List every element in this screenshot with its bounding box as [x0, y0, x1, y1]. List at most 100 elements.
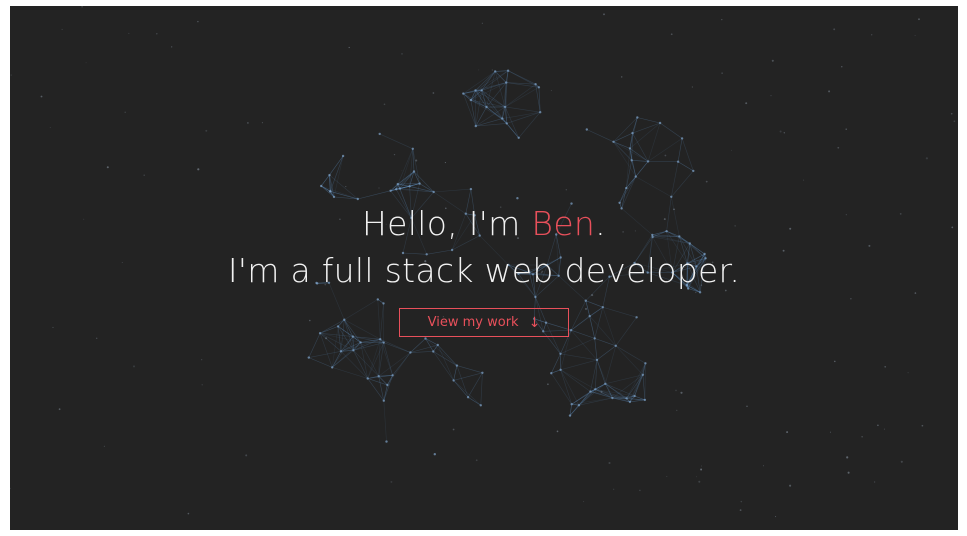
network-node: [577, 404, 581, 407]
network-node: [366, 377, 369, 380]
network-node: [329, 190, 332, 193]
view-my-work-label: View my work: [427, 315, 519, 330]
network-line: [397, 183, 420, 185]
network-node: [485, 105, 488, 109]
network-node: [359, 341, 362, 344]
star-particle: [883, 428, 885, 430]
star-particle: [868, 244, 871, 247]
network-line: [319, 319, 345, 334]
network-node: [630, 159, 633, 162]
network-line: [481, 82, 507, 91]
network-node: [644, 362, 647, 365]
view-my-work-button[interactable]: View my work ↓: [399, 308, 569, 337]
greeting-suffix: .: [595, 204, 606, 243]
network-line: [615, 345, 644, 376]
star-particle: [393, 153, 396, 156]
star-particle: [914, 292, 917, 294]
network-node: [594, 388, 597, 391]
star-particle: [613, 488, 615, 490]
network-node: [641, 373, 645, 376]
network-node: [395, 188, 398, 191]
network-node: [424, 337, 427, 340]
star-particle: [40, 95, 43, 98]
star-particle: [85, 62, 87, 64]
star-particle: [770, 95, 772, 97]
network-node: [466, 396, 470, 399]
star-particle: [565, 189, 567, 191]
network-node: [341, 154, 345, 158]
star-particle: [877, 424, 879, 427]
network-line: [308, 333, 321, 358]
network-node: [537, 86, 541, 89]
star-particle: [918, 18, 920, 21]
star-particle: [664, 154, 667, 157]
network-line: [605, 345, 617, 384]
network-node: [692, 169, 695, 173]
network-node: [382, 302, 385, 305]
star-particle: [585, 307, 587, 310]
star-particle: [608, 461, 611, 465]
star-particle: [401, 53, 403, 55]
network-node: [628, 400, 632, 404]
star-particle: [187, 512, 190, 515]
network-line: [383, 400, 387, 442]
network-node: [698, 291, 702, 294]
star-particle: [201, 359, 203, 361]
network-node: [452, 379, 455, 382]
star-particle: [841, 66, 843, 68]
star-particle: [478, 69, 480, 71]
star-particle: [700, 465, 702, 467]
star-particle: [828, 90, 831, 93]
star-particle: [247, 122, 249, 124]
network-node: [634, 175, 637, 178]
star-particle: [739, 509, 742, 511]
hero-section: Hello, I'm Ben. I'm a full stack web dev…: [10, 6, 958, 530]
network-node: [568, 414, 572, 417]
network-line: [629, 148, 649, 162]
network-line: [383, 342, 393, 376]
star-particle: [871, 34, 873, 36]
star-particle: [837, 146, 840, 149]
star-particle: [861, 436, 863, 438]
network-line: [551, 373, 572, 405]
star-particle: [96, 337, 98, 339]
network-node: [389, 189, 392, 192]
star-particle: [620, 76, 623, 78]
network-node: [503, 105, 507, 109]
network-line: [344, 299, 378, 320]
network-node: [635, 316, 638, 319]
network-node: [628, 147, 632, 150]
network-node: [436, 343, 439, 347]
hero-greeting: Hello, I'm Ben.: [10, 204, 958, 243]
star-particle: [695, 291, 697, 294]
network-node: [382, 341, 385, 344]
star-particle: [771, 59, 774, 62]
network-node: [643, 398, 647, 402]
star-particle: [698, 480, 701, 483]
network-node: [382, 399, 385, 402]
star-particle: [746, 405, 748, 408]
star-particle: [197, 20, 199, 23]
network-line: [467, 396, 481, 406]
network-node: [676, 160, 680, 163]
network-node: [658, 121, 662, 125]
star-particle: [143, 174, 145, 177]
network-node: [680, 137, 684, 140]
network-node: [589, 390, 592, 393]
network-node: [398, 187, 402, 190]
star-particle: [124, 111, 126, 114]
star-particle: [834, 360, 836, 363]
network-node: [412, 170, 416, 173]
star-particle: [745, 102, 748, 105]
network-line: [437, 344, 458, 366]
star-particle: [873, 481, 876, 483]
network-line: [379, 303, 384, 340]
star-particle: [583, 501, 585, 503]
star-particle: [432, 92, 435, 94]
network-line: [453, 372, 483, 381]
network-node: [614, 344, 617, 347]
star-particle: [845, 128, 847, 130]
network-line: [353, 350, 368, 379]
star-particle: [950, 112, 953, 115]
network-node: [550, 372, 553, 375]
